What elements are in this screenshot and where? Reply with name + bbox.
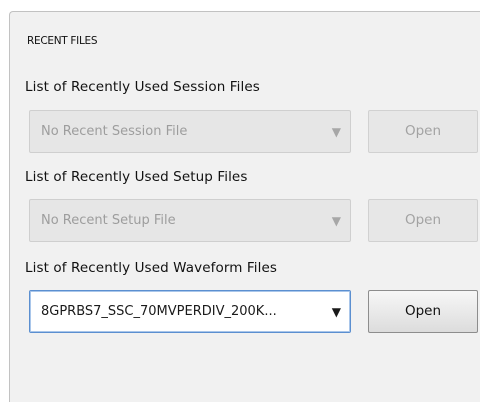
session-files-label: List of Recently Used Session Files [25, 79, 260, 95]
chevron-down-icon: ▼ [331, 125, 341, 139]
chevron-down-icon: ▼ [331, 305, 341, 319]
waveform-files-dropdown[interactable]: 8GPRBS7_SSC_70MVPERDIV_200K... ▼ [29, 290, 351, 333]
setup-files-label: List of Recently Used Setup Files [25, 169, 248, 185]
chevron-down-icon: ▼ [331, 214, 341, 228]
session-files-dropdown[interactable]: No Recent Session File ▼ [29, 110, 351, 153]
open-session-button[interactable]: Open [368, 110, 478, 153]
session-files-selected: No Recent Session File [41, 124, 188, 139]
waveform-files-label: List of Recently Used Waveform Files [25, 260, 278, 276]
open-setup-button[interactable]: Open [368, 199, 478, 242]
setup-files-dropdown[interactable]: No Recent Setup File ▼ [29, 199, 351, 242]
waveform-files-selected: 8GPRBS7_SSC_70MVPERDIV_200K... [41, 304, 277, 319]
panel-title: RECENT FILES [27, 35, 98, 47]
open-waveform-button[interactable]: Open [368, 290, 478, 333]
recent-files-panel: RECENT FILES List of Recently Used Sessi… [9, 11, 480, 402]
setup-files-selected: No Recent Setup File [41, 213, 176, 228]
